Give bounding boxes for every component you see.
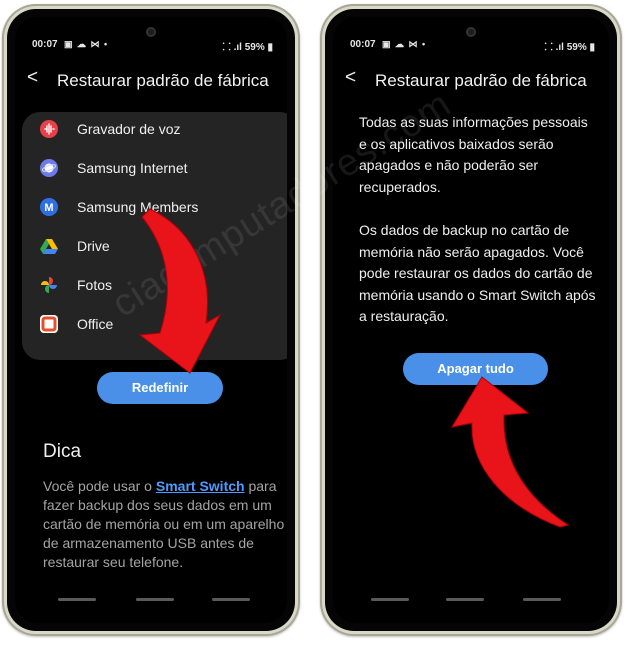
office-icon: [40, 315, 58, 333]
red-arrow-left: [138, 208, 222, 374]
battery-signal-indicator: ⸬ .ıl 59% ▮: [544, 42, 595, 53]
page-header: < Restaurar padrão de fábrica: [27, 65, 279, 93]
page-header: < Restaurar padrão de fábrica: [345, 65, 601, 93]
samsung-internet-icon: [40, 159, 58, 177]
nav-recents-button[interactable]: [371, 598, 409, 601]
google-photos-icon: [40, 276, 58, 294]
voice-recorder-icon: [40, 120, 58, 138]
list-item[interactable]: Samsung Internet: [40, 155, 285, 181]
list-item[interactable]: Gravador de voz: [40, 116, 285, 142]
smart-switch-link[interactable]: Smart Switch: [156, 478, 245, 494]
page-title: Restaurar padrão de fábrica: [375, 71, 587, 90]
back-arrow-icon[interactable]: <: [345, 67, 356, 89]
notification-icons: ▣ ☁ ⋈ •: [382, 39, 427, 49]
samsung-members-icon: M: [40, 198, 58, 216]
red-arrow-right: [450, 376, 570, 528]
google-drive-icon: [40, 237, 58, 255]
nav-home-button[interactable]: [446, 598, 484, 601]
status-bar: 00:07 ▣ ☁ ⋈ • ⸬ .ıl 59% ▮: [350, 39, 595, 53]
tip-text-before: Você pode usar o: [43, 478, 156, 494]
status-time: 00:07: [32, 39, 58, 50]
tip-title: Dica: [43, 441, 82, 462]
nav-back-button[interactable]: [212, 598, 250, 601]
navigation-bar: [15, 598, 287, 602]
svg-text:M: M: [44, 202, 53, 214]
status-time: 00:07: [350, 39, 376, 50]
navigation-bar: [333, 598, 609, 602]
notification-icons: ▣ ☁ ⋈ •: [64, 39, 109, 49]
right-phone-frame: 00:07 ▣ ☁ ⋈ • ⸬ .ıl 59% ▮ < Restaurar pa…: [320, 4, 622, 636]
app-label: Gravador de voz: [77, 121, 181, 137]
app-label: Office: [77, 316, 114, 332]
front-camera-icon: [146, 27, 156, 37]
right-phone-bezel: 00:07 ▣ ☁ ⋈ • ⸬ .ıl 59% ▮ < Restaurar pa…: [325, 9, 617, 631]
nav-home-button[interactable]: [136, 598, 174, 601]
status-bar: 00:07 ▣ ☁ ⋈ • ⸬ .ıl 59% ▮: [32, 39, 273, 53]
tip-text: Você pode usar o Smart Switch para fazer…: [43, 477, 287, 572]
nav-recents-button[interactable]: [58, 598, 96, 601]
nav-back-button[interactable]: [523, 598, 561, 601]
backup-info-paragraph: Os dados de backup no cartão de memória …: [359, 222, 596, 324]
back-arrow-icon[interactable]: <: [27, 67, 38, 89]
page-title: Restaurar padrão de fábrica: [57, 71, 269, 90]
front-camera-icon: [466, 27, 476, 37]
app-label: Drive: [77, 238, 110, 254]
app-label: Samsung Internet: [77, 160, 188, 176]
battery-signal-indicator: ⸬ .ıl 59% ▮: [222, 42, 273, 53]
